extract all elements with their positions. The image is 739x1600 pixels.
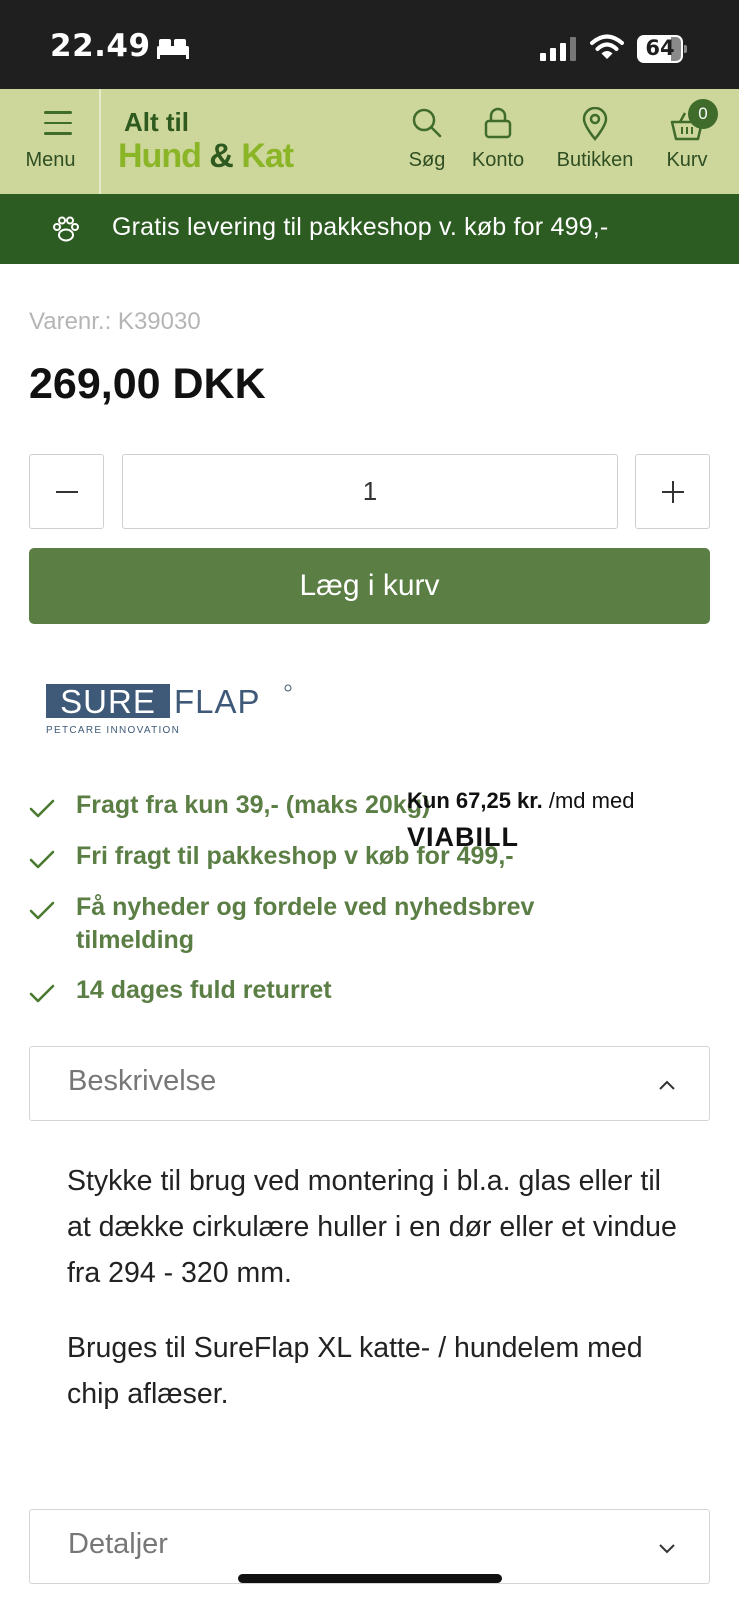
nav-cart-label: Kurv	[666, 149, 708, 171]
nav-search[interactable]: Søg	[397, 89, 457, 194]
menu-label: Menu	[25, 149, 76, 171]
hamburger-icon	[44, 111, 72, 135]
brand-name-b: FLAP	[174, 684, 261, 720]
nav-account[interactable]: Konto	[463, 89, 533, 194]
product-price: 269,00 DKK	[29, 360, 266, 408]
cart-count-badge: 0	[688, 99, 718, 129]
brand-name-a: SURE	[60, 684, 156, 720]
benefit-item: Få nyheder og fordele ved nyhedsbrev til…	[29, 891, 669, 961]
check-icon	[29, 901, 55, 920]
sleep-focus-icon	[157, 39, 189, 59]
location-pin-icon	[582, 107, 608, 141]
battery-level: 64	[645, 36, 675, 60]
search-icon	[412, 108, 442, 138]
add-to-cart-button[interactable]: Læg i kurv	[29, 548, 710, 624]
description-paragraph: Stykke til brug ved montering i bl.a. gl…	[67, 1165, 677, 1289]
quantity-input[interactable]	[122, 454, 618, 529]
status-time: 22.49	[50, 28, 151, 64]
wifi-icon	[590, 34, 624, 59]
description-accordion-header[interactable]: Beskrivelse	[29, 1046, 710, 1121]
logo-line1: Alt til	[124, 107, 189, 137]
description-title: Beskrivelse	[68, 1065, 217, 1097]
logo-line2: Hund & Kat	[118, 137, 294, 175]
viabill-logo: VIABILL	[407, 822, 519, 852]
details-accordion-header[interactable]: Detaljer	[29, 1509, 710, 1584]
nav-search-label: Søg	[408, 149, 446, 171]
benefit-text: Fri fragt til pakkeshop v køb for 499,-	[76, 842, 514, 870]
home-indicator	[238, 1574, 502, 1583]
site-header: Menu Alt til Hund & Kat Søg Konto Butikk…	[0, 89, 739, 194]
viabill-text: Kun 67,25 kr. /md med	[407, 788, 635, 813]
cellular-signal-icon	[540, 37, 576, 61]
sureflap-brand-logo: SURE FLAP PETCARE INNOVATION	[46, 684, 292, 736]
nav-store[interactable]: Butikken	[545, 89, 645, 194]
viabill-widget[interactable]: Kun 67,25 kr. /md med VIABILL	[407, 788, 707, 852]
benefit-text: 14 dages fuld returret	[76, 976, 332, 1004]
quantity-decrease-button[interactable]	[29, 454, 104, 529]
benefit-item: 14 dages fuld returret	[29, 974, 669, 1014]
site-logo[interactable]: Alt til Hund & Kat	[118, 103, 318, 183]
product-sku: Varenr.: K39030	[29, 308, 201, 335]
check-icon	[29, 984, 55, 1003]
brand-tagline: PETCARE INNOVATION	[46, 725, 180, 736]
nav-account-label: Konto	[471, 149, 525, 171]
promo-text: Gratis levering til pakkeshop v. køb for…	[112, 213, 609, 241]
chevron-up-icon	[659, 1080, 675, 1090]
menu-button[interactable]: Menu	[0, 89, 101, 194]
check-icon	[29, 850, 55, 869]
nav-store-label: Butikken	[556, 149, 634, 171]
benefit-text: Få nyheder og fordele ved nyhedsbrev til…	[76, 893, 535, 954]
lock-icon	[484, 107, 512, 139]
description-paragraph: Bruges til SureFlap XL katte- / hundelem…	[67, 1332, 643, 1410]
battery-indicator: 64	[637, 35, 687, 63]
check-icon	[29, 799, 55, 818]
promo-banner: Gratis levering til pakkeshop v. køb for…	[0, 194, 739, 264]
paw-icon	[53, 216, 79, 242]
status-bar: 22.49 64	[0, 0, 739, 89]
details-title: Detaljer	[68, 1528, 168, 1560]
chevron-down-icon	[659, 1544, 675, 1554]
benefit-item: Fri fragt til pakkeshop v køb for 499,-	[29, 840, 669, 880]
quantity-increase-button[interactable]	[635, 454, 710, 529]
